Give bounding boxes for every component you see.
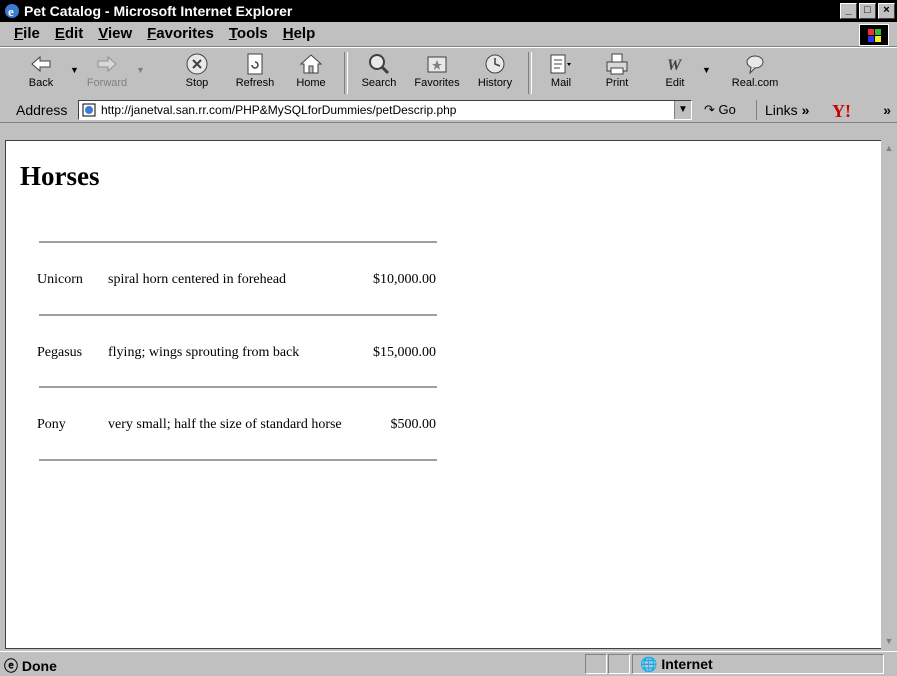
- svg-text:Y!: Y!: [832, 101, 851, 120]
- go-label: Go: [718, 102, 736, 117]
- row-price: $10,000.00: [373, 272, 436, 287]
- status-text: ⓔ Done: [4, 656, 57, 676]
- ie-logo-icon: e: [5, 4, 19, 19]
- mail-label: Mail: [550, 77, 572, 89]
- table-divider: [39, 314, 437, 316]
- links-label: Links: [765, 102, 798, 118]
- row-price: $500.00: [390, 417, 437, 432]
- address-input[interactable]: http://janetval.san.rr.com/PHP&MySQLforD…: [78, 100, 692, 120]
- forward-label: Forward: [86, 77, 128, 89]
- home-button[interactable]: Home: [282, 50, 340, 96]
- links-button[interactable]: Links »: [756, 100, 809, 120]
- menu-view[interactable]: View: [98, 25, 132, 42]
- address-url: http://janetval.san.rr.com/PHP&MySQLforD…: [101, 103, 457, 117]
- refresh-label: Refresh: [235, 77, 275, 89]
- search-icon: [369, 54, 390, 75]
- title-bar: e Pet Catalog - Microsoft Internet Explo…: [0, 0, 897, 22]
- table-divider: [39, 241, 437, 243]
- status-bar: ⓔ Done 🌐 Internet: [0, 651, 897, 676]
- history-button[interactable]: History: [466, 50, 524, 96]
- back-label: Back: [28, 77, 54, 89]
- row-name: Pony: [37, 417, 66, 432]
- scroll-up-icon[interactable]: ▲: [881, 140, 897, 156]
- refresh-button[interactable]: Refresh: [226, 50, 284, 96]
- realcom-button[interactable]: Real.com: [722, 50, 788, 96]
- windows-logo-icon: [859, 24, 889, 46]
- print-button[interactable]: Print: [588, 50, 646, 96]
- forward-dropdown-icon[interactable]: ▼: [136, 65, 145, 75]
- page-icon: [82, 103, 96, 117]
- more-chevron-icon[interactable]: »: [883, 102, 891, 118]
- standard-toolbar: Back ▼ Forward ▼ Stop Refresh Home Searc…: [0, 47, 897, 99]
- stop-icon: [186, 53, 208, 75]
- history-label: History: [477, 77, 513, 89]
- refresh-icon: [247, 53, 263, 75]
- vertical-scrollbar[interactable]: ▲ ▼: [881, 140, 897, 649]
- status-done-label: Done: [21, 658, 57, 674]
- search-label: Search: [361, 77, 397, 89]
- favorites-label: Favorites: [414, 77, 460, 89]
- favorites-button[interactable]: Favorites: [408, 50, 466, 96]
- history-icon: [485, 54, 505, 74]
- search-button[interactable]: Search: [350, 50, 408, 96]
- forward-button[interactable]: Forward: [78, 50, 136, 96]
- window-title: Pet Catalog - Microsoft Internet Explore…: [24, 3, 293, 19]
- print-label: Print: [605, 77, 629, 89]
- menu-tools[interactable]: Tools: [229, 25, 268, 42]
- page-content: Horses Unicorn spiral horn centered in f…: [5, 140, 882, 649]
- home-icon: [299, 54, 323, 74]
- row-description: flying; wings sprouting from back: [108, 345, 300, 360]
- home-label: Home: [296, 77, 326, 89]
- page-status-icon: ⓔ: [4, 658, 18, 674]
- back-arrow-icon: [31, 55, 51, 73]
- edit-dropdown-icon[interactable]: ▼: [702, 65, 711, 75]
- page-title: Horses: [20, 161, 100, 191]
- stop-label: Stop: [185, 77, 209, 89]
- realcom-label: Real.com: [731, 77, 779, 89]
- realcom-icon: [746, 55, 764, 75]
- favorites-icon: [427, 56, 447, 73]
- edit-button[interactable]: W Edit: [646, 50, 704, 96]
- address-dropdown-icon[interactable]: ▼: [674, 101, 691, 119]
- forward-arrow-icon: [97, 55, 117, 73]
- mail-button[interactable]: Mail: [532, 50, 590, 96]
- yahoo-icon[interactable]: Y!: [830, 100, 870, 120]
- svg-text:W: W: [667, 57, 683, 74]
- row-description: very small; half the size of standard ho…: [108, 417, 342, 432]
- menu-help[interactable]: Help: [283, 25, 316, 42]
- print-icon: [606, 53, 628, 75]
- address-bar: Address http://janetval.san.rr.com/PHP&M…: [0, 98, 897, 123]
- menu-file[interactable]: File: [14, 25, 40, 42]
- status-panel: [608, 654, 630, 674]
- table-divider: [39, 459, 437, 461]
- menu-bar: File Edit View Favorites Tools Help: [0, 22, 897, 47]
- edit-label: Edit: [665, 77, 685, 89]
- zone-text: 🌐 Internet: [640, 656, 713, 673]
- row-description: spiral horn centered in forehead: [108, 272, 287, 287]
- row-price: $15,000.00: [373, 345, 436, 360]
- zone-label: Internet: [661, 656, 713, 672]
- go-arrow-icon: ↷: [704, 102, 715, 117]
- globe-icon: 🌐: [640, 656, 658, 672]
- menu-favorites[interactable]: Favorites: [147, 25, 214, 42]
- close-button[interactable]: ×: [878, 3, 895, 19]
- links-chevron-icon: »: [801, 102, 810, 118]
- menu-edit[interactable]: Edit: [55, 25, 83, 42]
- minimize-button[interactable]: _: [840, 3, 857, 19]
- row-name: Unicorn: [37, 272, 83, 287]
- edit-icon: W: [667, 57, 683, 74]
- svg-text:e: e: [8, 4, 14, 19]
- mail-icon: [550, 54, 571, 74]
- status-panel: [585, 654, 607, 674]
- back-button[interactable]: Back: [12, 50, 70, 96]
- address-label: Address: [16, 102, 68, 118]
- go-button[interactable]: ↷ Go: [704, 102, 736, 118]
- row-name: Pegasus: [37, 345, 83, 360]
- table-divider: [39, 386, 437, 388]
- stop-button[interactable]: Stop: [168, 50, 226, 96]
- maximize-button[interactable]: □: [859, 3, 876, 19]
- scroll-down-icon[interactable]: ▼: [881, 633, 897, 649]
